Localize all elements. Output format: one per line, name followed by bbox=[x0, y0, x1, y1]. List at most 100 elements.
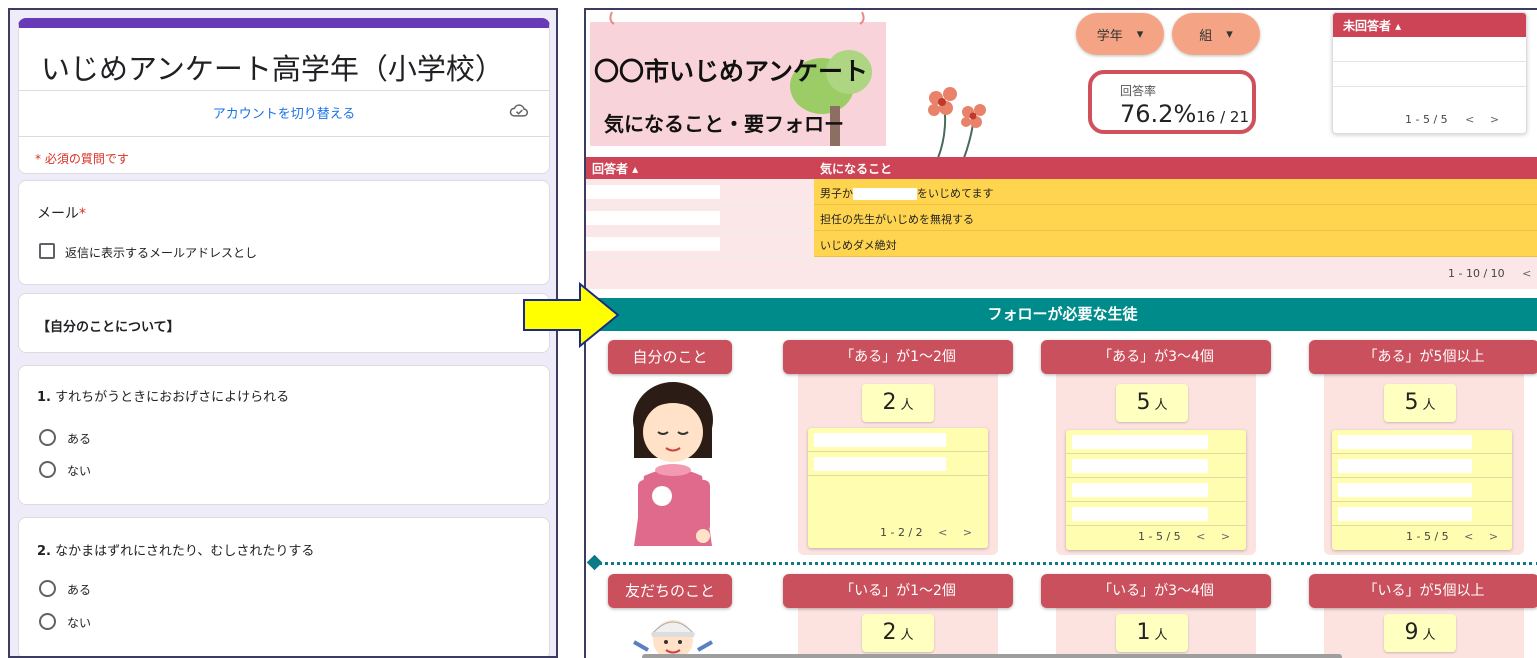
list-pager: 1 - 2 / 2 < > bbox=[880, 526, 973, 539]
email-checkbox-label: 返信に表示するメールアドレスとし bbox=[65, 246, 258, 260]
chevron-right-icon[interactable]: > bbox=[1489, 530, 1498, 543]
question-card-1: 1. すれちがうときにおおげさによけられる ある ない bbox=[18, 365, 550, 505]
required-note: * 必須の質問です bbox=[35, 152, 129, 166]
list-item bbox=[808, 428, 988, 452]
student-count: 2人 bbox=[862, 614, 934, 652]
banner-subtitle: 気になること・要フォロー bbox=[604, 112, 844, 136]
student-count: 5人 bbox=[1116, 384, 1188, 422]
table-row bbox=[1333, 87, 1526, 112]
email-label: メール* bbox=[37, 206, 86, 222]
chevron-right-icon[interactable]: > bbox=[1490, 113, 1499, 126]
list-item bbox=[1066, 502, 1246, 526]
chevron-down-icon: ▾ bbox=[1226, 26, 1233, 42]
option-label: ない bbox=[67, 616, 92, 630]
banner-title: 〇〇市いじめアンケート bbox=[594, 57, 869, 86]
concerns-table-header: 回答者 ▴ 気になること bbox=[586, 157, 1537, 179]
table-footer: 1 - 10 / 10 < bbox=[586, 257, 1537, 289]
diamond-icon bbox=[586, 554, 603, 571]
form-header-card: いじめアンケート高学年（小学校） アカウントを切り替える * 必須の質問です bbox=[18, 18, 550, 174]
chevron-left-icon[interactable]: < bbox=[1522, 267, 1531, 280]
radio-option[interactable] bbox=[39, 429, 56, 446]
group-header: 「ある」が1〜2個 bbox=[783, 340, 1013, 374]
category-friends-label: 友だちのこと bbox=[608, 574, 732, 608]
response-rate-value: 76.2%16 / 21 bbox=[1120, 100, 1250, 128]
google-form-panel: いじめアンケート高学年（小学校） アカウントを切り替える * 必須の質問です メ… bbox=[8, 8, 558, 658]
class-filter-dropdown[interactable]: 組 ▾ bbox=[1172, 13, 1260, 55]
category-self-label: 自分のこと bbox=[608, 340, 732, 374]
email-checkbox[interactable] bbox=[39, 243, 55, 259]
table-row: いじめダメ絶対 bbox=[586, 231, 1537, 257]
student-count: 5人 bbox=[1384, 384, 1456, 422]
list-item bbox=[1332, 430, 1512, 454]
list-item bbox=[1066, 478, 1246, 502]
respondent-cell bbox=[586, 231, 814, 257]
required-asterisk: * bbox=[79, 206, 86, 222]
chevron-left-icon[interactable]: < bbox=[1196, 530, 1205, 543]
group-header: 「いる」が1〜2個 bbox=[783, 574, 1013, 608]
radio-option[interactable] bbox=[39, 461, 56, 478]
non-respondents-table: 未回答者 ▴ 1 - 5 / 5 < > bbox=[1332, 12, 1527, 134]
redacted-name bbox=[1338, 435, 1472, 449]
redacted-name bbox=[814, 457, 946, 471]
cloud-save-icon bbox=[509, 104, 528, 117]
redacted-name bbox=[1338, 507, 1472, 521]
chevron-right-icon[interactable]: > bbox=[1221, 530, 1230, 543]
column-header-concern[interactable]: 気になること bbox=[820, 160, 892, 177]
redacted-name bbox=[1338, 483, 1472, 497]
response-rate-label: 回答率 bbox=[1120, 84, 1157, 98]
redacted-name bbox=[1338, 459, 1472, 473]
dotted-divider bbox=[592, 562, 1537, 565]
question-2-text: 2. なかまはずれにされたり、むしされたりする bbox=[37, 544, 315, 559]
hanging-hooks bbox=[609, 12, 865, 25]
concerns-table-pager: 1 - 10 / 10 < bbox=[1448, 267, 1532, 280]
grade-filter-dropdown[interactable]: 学年 ▾ bbox=[1076, 13, 1164, 55]
option-label: ある bbox=[67, 432, 92, 446]
arrow-right-icon bbox=[523, 282, 620, 348]
redacted-name bbox=[586, 211, 720, 225]
redacted-name bbox=[1072, 459, 1208, 473]
list-item bbox=[1332, 478, 1512, 502]
student-list: 1 - 2 / 2 < > bbox=[808, 428, 988, 548]
column-header-respondent[interactable]: 回答者 ▴ bbox=[592, 160, 638, 177]
email-question-card: メール* 返信に表示するメールアドレスとし bbox=[18, 180, 550, 285]
student-count: 9人 bbox=[1384, 614, 1456, 652]
follow-up-section-title: フォローが必要な生徒 bbox=[586, 298, 1537, 331]
concern-cell: いじめダメ絶対 bbox=[814, 231, 1537, 257]
redacted-name bbox=[853, 188, 917, 200]
list-pager: 1 - 5 / 5 < > bbox=[1406, 530, 1499, 543]
redacted-name bbox=[1072, 507, 1208, 521]
table-row bbox=[1333, 37, 1526, 62]
list-pager: 1 - 5 / 5 < > bbox=[1138, 530, 1231, 543]
list-item bbox=[1332, 454, 1512, 478]
non-respondents-header[interactable]: 未回答者 ▴ bbox=[1333, 13, 1526, 37]
form-title: いじめアンケート高学年（小学校） bbox=[41, 52, 504, 86]
list-item bbox=[1066, 454, 1246, 478]
group-header: 「ある」が5個以上 bbox=[1309, 340, 1537, 374]
section-title: 【自分のことについて】 bbox=[37, 320, 180, 335]
boy-illustration bbox=[633, 620, 713, 658]
chevron-left-icon[interactable]: < bbox=[1464, 530, 1473, 543]
student-list: 1 - 5 / 5 < > bbox=[1066, 430, 1246, 550]
group-header: 「いる」が3〜4個 bbox=[1041, 574, 1271, 608]
switch-account-link[interactable]: アカウントを切り替える bbox=[19, 103, 549, 122]
response-rate-scorecard: 回答率 76.2%16 / 21 bbox=[1088, 70, 1256, 134]
girl-illustration bbox=[633, 382, 713, 546]
horizontal-scrollbar[interactable] bbox=[642, 654, 1342, 658]
dashboard-banner: 〇〇市いじめアンケート 気になること・要フォロー bbox=[590, 22, 886, 146]
student-count: 1人 bbox=[1116, 614, 1188, 652]
respondent-cell bbox=[586, 205, 814, 231]
dashboard-panel: 〇〇市いじめアンケート 気になること・要フォロー 学年 ▾ 組 ▾ 回答率 76… bbox=[584, 8, 1537, 658]
grade-filter-label: 学年 bbox=[1096, 28, 1123, 44]
section-header-card: 【自分のことについて】 bbox=[18, 293, 550, 353]
list-item bbox=[808, 452, 988, 476]
chevron-right-icon[interactable]: > bbox=[963, 526, 972, 539]
flower-illustration bbox=[928, 87, 986, 158]
redacted-name bbox=[586, 185, 720, 199]
student-count: 2人 bbox=[862, 384, 934, 422]
radio-option[interactable] bbox=[39, 580, 56, 597]
chevron-left-icon[interactable]: < bbox=[938, 526, 947, 539]
screenshot: いじめアンケート高学年（小学校） アカウントを切り替える * 必須の質問です メ… bbox=[0, 0, 1537, 658]
radio-option[interactable] bbox=[39, 613, 56, 630]
chevron-left-icon[interactable]: < bbox=[1465, 113, 1474, 126]
respondent-cell bbox=[586, 179, 814, 205]
